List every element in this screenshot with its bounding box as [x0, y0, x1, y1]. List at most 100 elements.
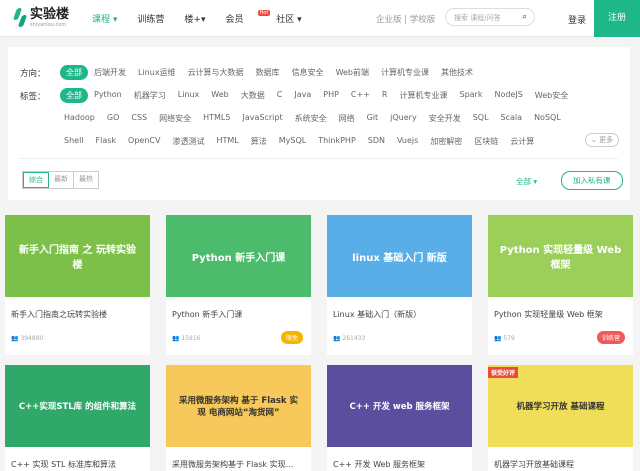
course-title[interactable]: C++ 开发 Web 服务框架 — [327, 447, 472, 470]
course-thumbnail[interactable]: linux 基础入门 新版 — [327, 215, 472, 297]
sort-hottest[interactable]: 最热 — [74, 172, 98, 188]
filter-tag[interactable]: NoSQL — [528, 111, 567, 126]
course-thumbnail[interactable]: 机器学习开放 基础课程 很受好评 — [488, 365, 633, 447]
nav-community[interactable]: 社区 ▾ — [276, 12, 301, 25]
sort-newest[interactable]: 最新 — [49, 172, 74, 188]
course-thumbnail[interactable]: 新手入门指南 之 玩转实验楼 — [5, 215, 150, 297]
users-icon: 👥 — [11, 335, 19, 342]
course-thumbnail[interactable]: 采用微服务架构 基于 Flask 实现 电商网站“淘货网” — [166, 365, 311, 447]
course-thumbnail[interactable]: Python 实现轻量级 Web 框架 — [488, 215, 633, 297]
learner-count: 👥 579 — [494, 335, 515, 342]
filter-tag[interactable]: Hadoop — [58, 111, 101, 126]
filter-tag[interactable]: 云计算与大数据 — [182, 65, 250, 80]
nav-courses[interactable]: 课程 ▾ — [92, 12, 117, 25]
users-icon: 👥 — [333, 335, 341, 342]
course-card[interactable]: 采用微服务架构 基于 Flask 实现 电商网站“淘货网” 采用微服务架构基于 F… — [166, 365, 311, 471]
course-title[interactable]: Python 新手入门课 — [166, 297, 311, 320]
search-icon[interactable]: ⌕ — [523, 12, 527, 22]
filter-tag[interactable]: 全部 — [60, 88, 88, 103]
filter-tag[interactable]: R — [376, 88, 394, 103]
direction-filter: 方向： 全部 后端开发 Linux运维 云计算与大数据 数据库 信息安全 Web前端 计算机专… — [20, 65, 479, 80]
all-dropdown[interactable]: 全部 ▾ — [516, 176, 537, 187]
filter-tag[interactable]: C — [271, 88, 289, 103]
filter-tag[interactable]: MySQL — [273, 134, 312, 149]
enterprise-school-links[interactable]: 企业版 | 学校版 — [376, 13, 435, 25]
course-card[interactable]: linux 基础入门 新版 Linux 基础入门（新版） 👥 261433 — [327, 215, 472, 355]
course-title[interactable]: 机器学习开放基础课程 — [488, 447, 633, 470]
filter-tag[interactable]: HTML5 — [197, 111, 236, 126]
course-thumbnail[interactable]: Python 新手入门课 — [166, 215, 311, 297]
course-title[interactable]: Linux 基础入门（新版） — [327, 297, 472, 320]
sort-comprehensive[interactable]: 综合 — [23, 172, 49, 188]
filter-tag[interactable]: 机器学习 — [128, 88, 172, 103]
course-title[interactable]: Python 实现轻量级 Web 框架 — [488, 297, 633, 320]
filter-tag[interactable]: HTML — [210, 134, 244, 149]
filter-tag[interactable]: 加密解密 — [424, 134, 468, 149]
nav-bootcamp[interactable]: 训练营 — [137, 12, 164, 25]
login-link[interactable]: 登录 — [568, 13, 586, 26]
course-card[interactable]: C++实现STL库 的组件和算法 C++ 实现 STL 标准库和算法 — [5, 365, 150, 471]
nav-membership[interactable]: 会员Hot — [226, 10, 271, 25]
course-badge: 训练营 — [596, 331, 625, 344]
more-tags-button[interactable]: ⌄ 更多 — [585, 133, 620, 147]
filter-tag[interactable]: Flask — [90, 134, 123, 149]
logo[interactable]: 实验楼 shiyanlou.com — [14, 8, 69, 29]
course-title[interactable]: 采用微服务架构基于 Flask 实现... — [166, 447, 311, 470]
filter-tag[interactable]: GO — [101, 111, 126, 126]
filter-tag[interactable]: 后端开发 — [88, 65, 132, 80]
filter-tag[interactable]: Python — [88, 88, 128, 103]
course-card[interactable]: Python 实现轻量级 Web 框架 Python 实现轻量级 Web 框架 👥 … — [488, 215, 633, 355]
search-input[interactable]: 搜索 课程/问答 ⌕ — [445, 8, 535, 26]
course-card[interactable]: 新手入门指南 之 玩转实验楼 新手入门指南之玩转实验楼 👥 394890 — [5, 215, 150, 355]
filter-tag[interactable]: 区块链 — [468, 134, 504, 149]
filter-tag[interactable]: Shell — [58, 134, 90, 149]
filter-tag[interactable]: Linux — [172, 88, 206, 103]
filter-tag[interactable]: ThinkPHP — [312, 134, 362, 149]
filter-tag[interactable]: Linux运维 — [132, 65, 182, 80]
course-title[interactable]: C++ 实现 STL 标准库和算法 — [5, 447, 150, 470]
filter-tag[interactable]: 系统安全 — [289, 111, 333, 126]
filter-tag[interactable]: JavaScript — [236, 111, 288, 126]
filter-tag[interactable]: Scala — [495, 111, 529, 126]
filter-tag[interactable]: C++ — [345, 88, 376, 103]
course-card[interactable]: Python 新手入门课 Python 新手入门课 👥 15916 限免 — [166, 215, 311, 355]
filter-tag[interactable]: 计算机专业课 — [375, 65, 435, 80]
filter-tag[interactable]: CSS — [125, 111, 153, 126]
filter-tag[interactable]: 其他技术 — [435, 65, 479, 80]
filter-tag[interactable]: 全部 — [60, 65, 88, 80]
register-button[interactable]: 注册 — [594, 0, 640, 37]
filter-tag[interactable]: jQuery — [384, 111, 423, 126]
filter-tag[interactable]: SQL — [467, 111, 495, 126]
course-thumbnail[interactable]: C++ 开发 web 服务框架 — [327, 365, 472, 447]
filter-tag[interactable]: Web安全 — [529, 88, 574, 103]
course-thumbnail[interactable]: C++实现STL库 的组件和算法 — [5, 365, 150, 447]
filter-tag[interactable]: NodeJS — [488, 88, 528, 103]
filter-tag[interactable]: 渗透测试 — [166, 134, 210, 149]
filter-tag[interactable]: Web前端 — [330, 65, 375, 80]
filter-tag[interactable]: 算法 — [245, 134, 273, 149]
course-title[interactable]: 新手入门指南之玩转实验楼 — [5, 297, 150, 320]
course-card[interactable]: 机器学习开放 基础课程 很受好评 机器学习开放基础课程 — [488, 365, 633, 471]
filter-tag[interactable]: 大数据 — [235, 88, 271, 103]
logo-domain: shiyanlou.com — [30, 22, 67, 28]
filter-tag[interactable]: SDN — [362, 134, 391, 149]
join-private-course-button[interactable]: 加入私有课 — [561, 171, 623, 190]
filter-tag[interactable]: Spark — [453, 88, 488, 103]
filter-tag[interactable]: 安全开发 — [423, 111, 467, 126]
filter-tag[interactable]: Web — [205, 88, 234, 103]
filter-tag[interactable]: 网络 — [333, 111, 361, 126]
filter-tag[interactable]: OpenCV — [122, 134, 166, 149]
learner-count: 👥 261433 — [333, 335, 366, 342]
filter-tag[interactable]: Vuejs — [391, 134, 424, 149]
nav-louplus[interactable]: 楼+▾ — [184, 12, 205, 25]
filter-tag[interactable]: Git — [361, 111, 385, 126]
filter-tag[interactable]: 计算机专业课 — [393, 88, 453, 103]
filter-tag[interactable]: Java — [288, 88, 317, 103]
logo-icon — [14, 8, 26, 28]
filter-tag[interactable]: 信息安全 — [286, 65, 330, 80]
filter-tag[interactable]: 数据库 — [250, 65, 286, 80]
filter-tag[interactable]: 云计算 — [504, 134, 540, 149]
filter-tag[interactable]: PHP — [317, 88, 345, 103]
course-card[interactable]: C++ 开发 web 服务框架 C++ 开发 Web 服务框架 — [327, 365, 472, 471]
filter-tag[interactable]: 网络安全 — [153, 111, 197, 126]
